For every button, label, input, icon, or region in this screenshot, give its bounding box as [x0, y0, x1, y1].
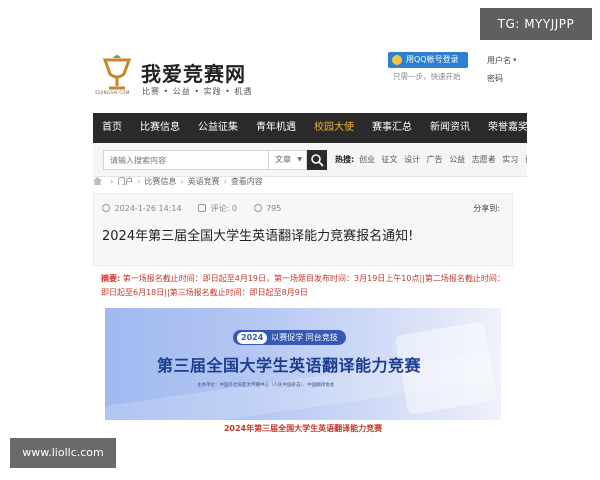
banner-organizer: 主办单位：中国外文局亚太传播中心（人民中国杂志）、中国翻译协会	[197, 383, 335, 388]
banner-title: 第三届全国大学生英语翻译能力竞赛	[157, 356, 422, 375]
hot-search-words: 创业 征文 设计 广告 公益 志愿者 实习 训练	[359, 154, 527, 165]
site-header: 52JINGSAI.COM 我爱竞赛网 比赛 • 公益 • 实践 • 机遇 用Q…	[93, 40, 527, 106]
clock-icon	[102, 204, 110, 212]
search-button[interactable]	[307, 150, 327, 170]
chevron-down-icon[interactable]: ▾	[513, 56, 517, 64]
nav-item-competitions[interactable]: 比赛信息	[131, 113, 189, 143]
username-field[interactable]: 用户名	[487, 55, 511, 66]
watermark-bottom-left: www.liollc.com	[10, 438, 116, 468]
breadcrumb-item[interactable]: 比赛信息	[144, 177, 176, 186]
breadcrumb: › 门户 › 比赛信息 › 英语竞赛 › 查看内容	[93, 176, 263, 192]
page: 52JINGSAI.COM 我爱竞赛网 比赛 • 公益 • 实践 • 机遇 用Q…	[93, 40, 528, 433]
summary-text: 第一场报名截止时间：即日起至4月19日，第一场题目发布时间：3月19日上午10点…	[101, 274, 505, 297]
breadcrumb-separator: ›	[137, 177, 141, 186]
nav-item-news[interactable]: 新闻资讯	[421, 113, 479, 143]
search-input[interactable]	[103, 150, 269, 170]
eye-icon	[253, 204, 262, 212]
site-name[interactable]: 我爱竞赛网	[141, 58, 246, 87]
article-comments[interactable]: 评论: 0	[211, 204, 237, 213]
nav-item-opportunities[interactable]: 青年机遇	[247, 113, 305, 143]
hot-word[interactable]: 设计	[404, 155, 420, 164]
qq-icon	[392, 55, 402, 65]
banner-tag-text: 以赛促学 同台竞技	[271, 333, 338, 342]
qq-login-label: 用QQ帐号登录	[406, 55, 459, 64]
hot-word[interactable]: 训练	[525, 155, 527, 164]
breadcrumb-item[interactable]: 英语竞赛	[188, 177, 220, 186]
image-caption: 2024年第三届全国大学生英语翻译能力竞赛	[223, 424, 383, 433]
comment-icon	[198, 204, 207, 212]
hot-word[interactable]: 创业	[359, 155, 375, 164]
hot-word[interactable]: 实习	[502, 155, 518, 164]
article-meta: 2024-1-26 14:14 评论: 0 795	[102, 203, 281, 214]
summary-label: 摘要:	[101, 274, 121, 283]
site-slogan: 比赛 • 公益 • 实践 • 机遇	[142, 87, 253, 96]
breadcrumb-separator: ›	[110, 177, 114, 186]
article-summary: 摘要: 第一场报名截止时间：即日起至4月19日，第一场题目发布时间：3月19日上…	[101, 272, 511, 300]
home-icon[interactable]	[93, 177, 102, 185]
article-date: 2024-1-26 14:14	[114, 204, 182, 213]
watermark-top-right: TG: MYYJJPP	[480, 8, 592, 40]
hot-word[interactable]: 志愿者	[472, 155, 496, 164]
competition-banner-image: 2024 以赛促学 同台竞技 第三届全国大学生英语翻译能力竞赛 主办单位：中国外文…	[105, 308, 501, 420]
article-views: 795	[266, 204, 282, 213]
chevron-down-icon: ▼	[297, 156, 302, 163]
hot-word[interactable]: 广告	[427, 155, 443, 164]
breadcrumb-separator: ›	[223, 177, 227, 186]
password-field[interactable]: 密码	[487, 73, 503, 84]
qq-login-button[interactable]: 用QQ帐号登录	[388, 52, 468, 68]
hot-search-label: 热搜:	[335, 155, 355, 164]
nav-item-ambassador[interactable]: 校园大使	[305, 113, 363, 143]
breadcrumb-item: 查看内容	[230, 177, 263, 186]
qq-login-hint: 只需一步，快速开始	[393, 72, 461, 81]
breadcrumb-item[interactable]: 门户	[117, 177, 133, 186]
search-type-select[interactable]: 文章 ▼	[269, 150, 307, 170]
hot-word[interactable]: 征文	[382, 155, 398, 164]
nav-item-charity[interactable]: 公益征集	[189, 113, 247, 143]
breadcrumb-separator: ›	[180, 177, 184, 186]
nav-item-home[interactable]: 首页	[93, 113, 131, 143]
trophy-logo-icon[interactable]	[97, 54, 137, 94]
search-bar: 文章 ▼ 热搜: 创业 征文 设计 广告 公益 志愿者 实习 训练	[93, 143, 527, 177]
search-icon	[311, 154, 324, 167]
nav-item-honors[interactable]: 荣誉嘉奖	[479, 113, 537, 143]
hot-word[interactable]: 公益	[449, 155, 465, 164]
share-link[interactable]: 分享到:	[473, 203, 500, 214]
article-title: 2024年第三届全国大学生英语翻译能力竞赛报名通知!	[102, 229, 414, 244]
nav-item-summary[interactable]: 赛事汇总	[363, 113, 421, 143]
main-nav: 首页 比赛信息 公益征集 青年机遇 校园大使 赛事汇总 新闻资讯 荣誉嘉奖	[93, 113, 528, 143]
banner-year: 2024	[237, 332, 268, 344]
article-header-card: 2024-1-26 14:14 评论: 0 795 分享到: 2024年第三届全…	[93, 193, 513, 266]
banner-tag: 2024 以赛促学 同台竞技	[233, 330, 346, 345]
logo-domain-text: 52JINGSAI.COM	[95, 90, 130, 95]
search-type-label: 文章	[275, 155, 291, 164]
